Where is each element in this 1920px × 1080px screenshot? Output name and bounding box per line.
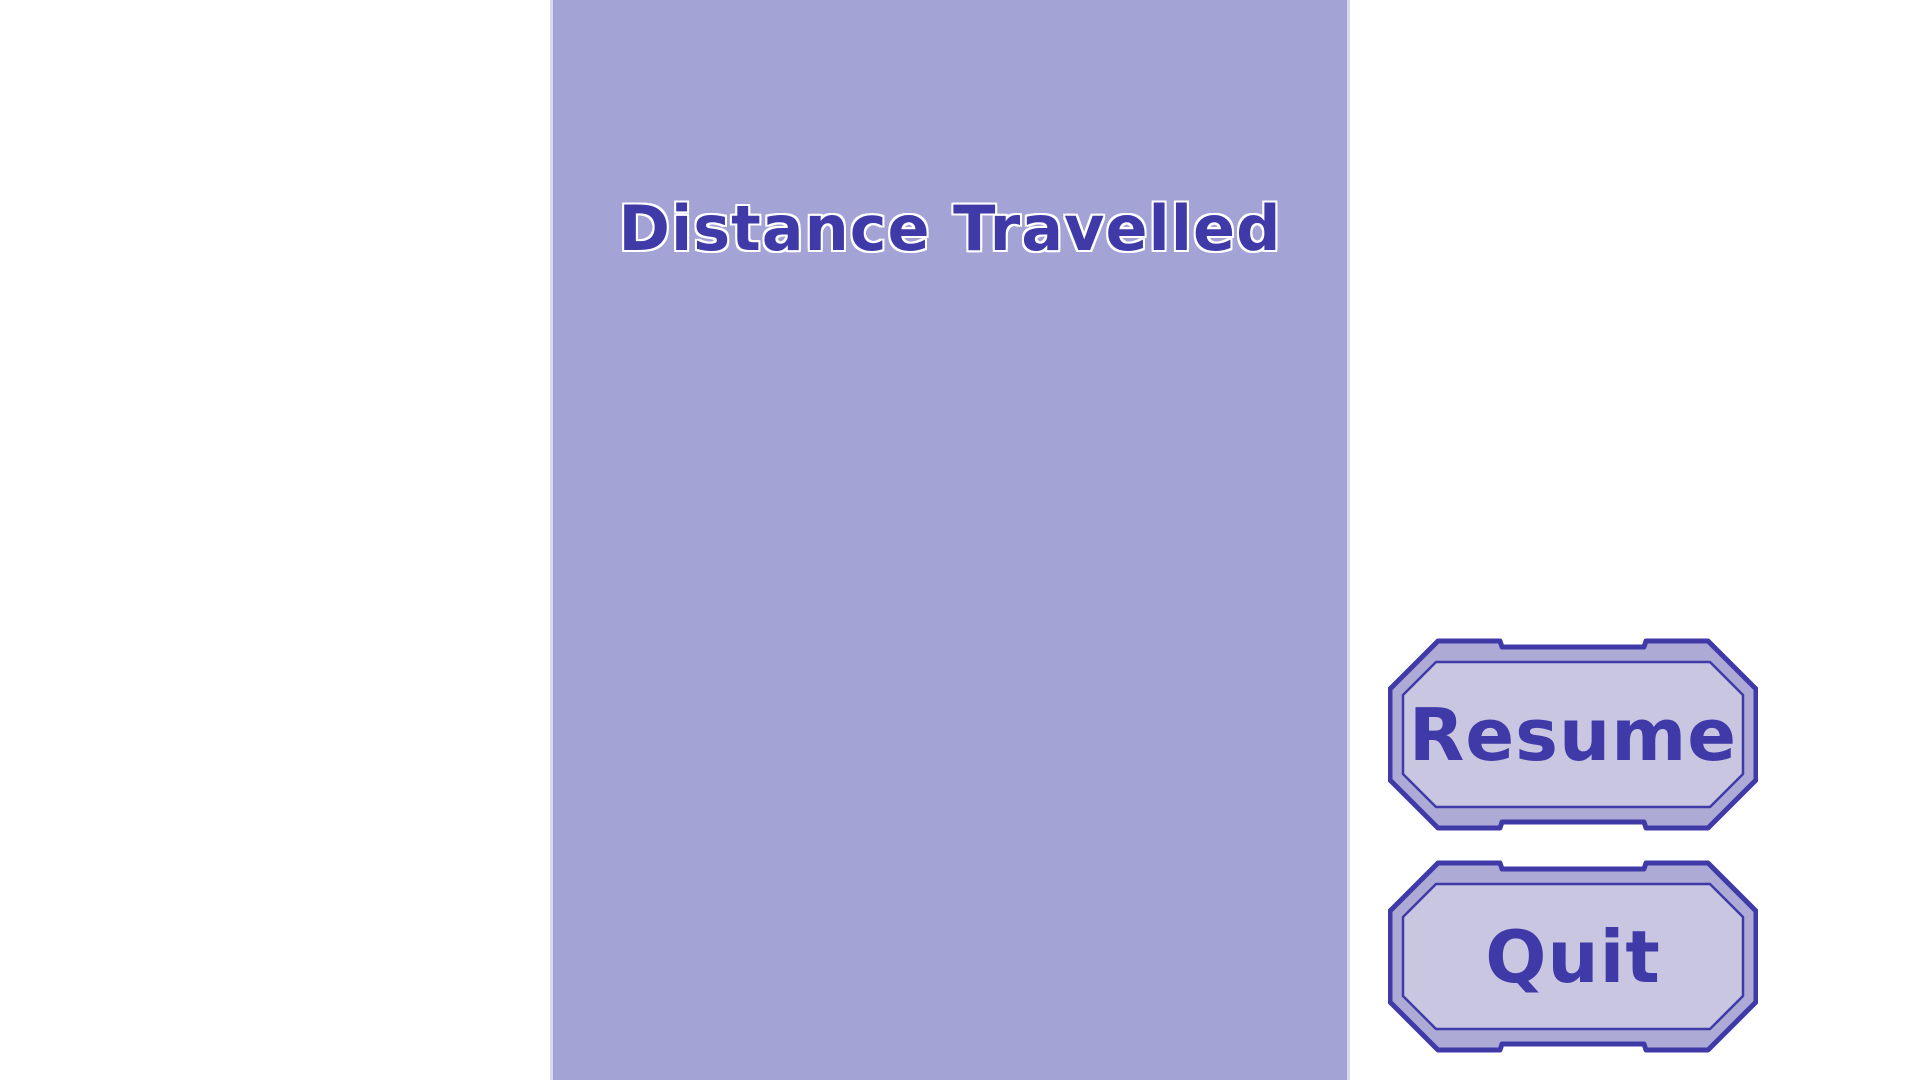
quit-button[interactable]: Quit (1388, 859, 1758, 1054)
pause-screen: Distance Travelled Resume Quit (0, 0, 1920, 1080)
quit-label: Quit (1485, 914, 1661, 999)
resume-label: Resume (1408, 692, 1738, 777)
stats-panel: Distance Travelled (550, 0, 1350, 1080)
panel-title: Distance Travelled (618, 192, 1282, 265)
resume-button[interactable]: Resume (1388, 637, 1758, 832)
